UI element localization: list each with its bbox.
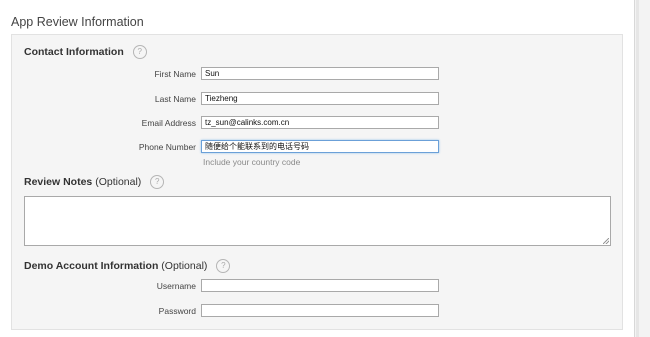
resize-handle-icon[interactable] xyxy=(603,238,609,244)
username-label: Username xyxy=(156,281,196,291)
phone-hint: Include your country code xyxy=(203,157,301,167)
right-sidebar-divider xyxy=(636,0,639,337)
demo-account-title-text: Demo Account Information xyxy=(24,259,159,272)
contact-section-title: Contact Information ? xyxy=(24,45,147,59)
last-name-label: Last Name xyxy=(154,94,196,104)
help-icon[interactable]: ? xyxy=(216,259,231,273)
review-notes-title-text: Review Notes xyxy=(24,175,93,188)
help-icon[interactable]: ? xyxy=(150,175,165,189)
first-name-label: First Name xyxy=(154,69,196,79)
phone-label: Phone Number xyxy=(138,142,196,152)
review-notes-textarea[interactable] xyxy=(24,196,611,246)
password-label: Password xyxy=(158,306,196,316)
password-field[interactable] xyxy=(201,304,439,317)
help-icon[interactable]: ? xyxy=(132,45,147,59)
page-title: App Review Information xyxy=(11,15,144,29)
demo-account-optional: (Optional) xyxy=(161,259,208,272)
review-notes-section-title: Review Notes (Optional) ? xyxy=(24,175,165,189)
contact-title-text: Contact Information xyxy=(24,45,124,58)
demo-account-section-title: Demo Account Information (Optional) ? xyxy=(24,259,231,273)
email-label: Email Address xyxy=(141,118,196,128)
last-name-field[interactable]: Tiezheng xyxy=(201,92,439,105)
email-field[interactable]: tz_sun@calinks.com.cn xyxy=(201,116,439,129)
phone-field[interactable]: 随便给个能联系到的电话号码 xyxy=(201,140,439,153)
review-notes-optional: (Optional) xyxy=(95,175,142,188)
first-name-field[interactable]: Sun xyxy=(201,67,439,80)
username-field[interactable] xyxy=(201,279,439,292)
